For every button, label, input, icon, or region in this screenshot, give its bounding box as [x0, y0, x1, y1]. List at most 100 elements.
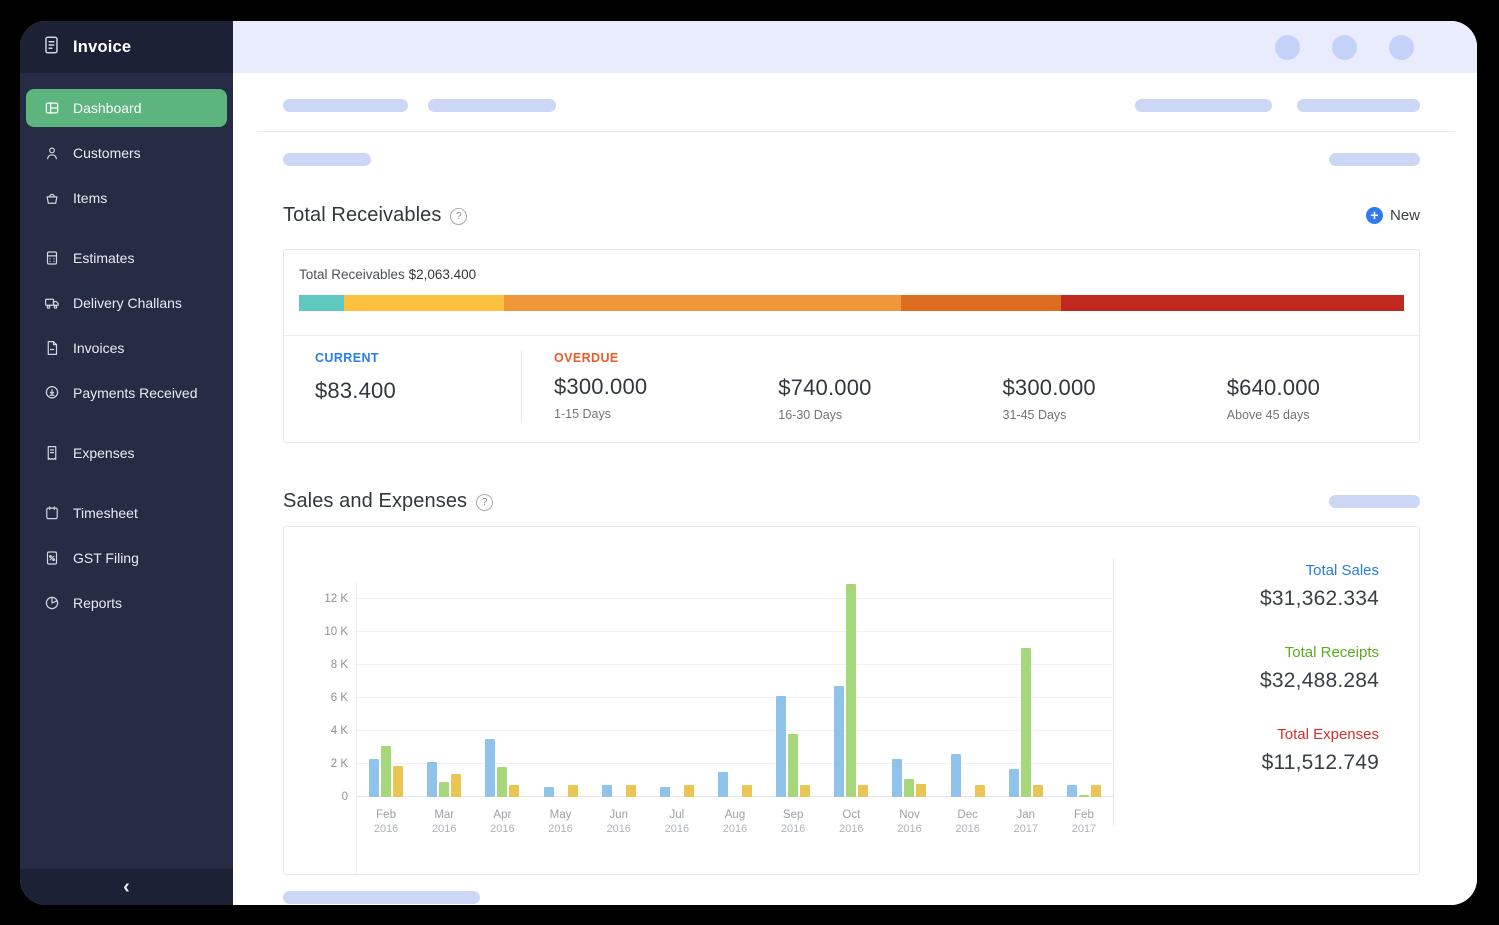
sidebar-item-label: Invoices — [73, 340, 124, 356]
invoice-logo-icon — [40, 34, 62, 61]
overdue-bucket: $300.000 31-45 Days — [971, 351, 1195, 422]
sidebar-item-label: Dashboard — [73, 100, 142, 116]
bucket-period: 31-45 Days — [1003, 408, 1195, 422]
expenses-bar — [568, 785, 578, 797]
y-tick-label: 12 K — [324, 593, 348, 605]
expenses-bar — [626, 785, 636, 797]
sidebar-item-payments-received[interactable]: Payments Received — [26, 374, 227, 412]
bar-group-jan-2017: Jan2017 — [997, 582, 1055, 836]
total-block-total-expenses: Total Expenses $11,512.749 — [1114, 726, 1379, 775]
sidebar-item-delivery-challans[interactable]: Delivery Challans — [26, 284, 227, 322]
sidebar-item-timesheet[interactable]: Timesheet — [26, 494, 227, 532]
x-tick-label: May2016 — [548, 808, 572, 836]
receipts-bar — [381, 746, 391, 797]
aging-segment-overdue-1-15-days — [344, 295, 505, 311]
sales-expenses-card: 02 K4 K6 K8 K10 K12 K Feb2016Mar2016Apr2… — [283, 526, 1420, 875]
y-tick-label: 2 K — [331, 758, 348, 770]
total-label: Total Expenses — [1114, 726, 1379, 743]
aging-segment-overdue-above-45-days — [1061, 295, 1404, 311]
sales-bar — [485, 739, 495, 797]
sidebar-item-dashboard[interactable]: Dashboard — [26, 89, 227, 127]
sales-bar — [718, 772, 728, 797]
sales-bar — [427, 762, 437, 797]
bucket-amount: $640.000 — [1227, 375, 1419, 401]
sales-bar — [1009, 769, 1019, 797]
bar-group-jul-2016: Jul2016 — [648, 582, 706, 836]
placeholder-pill — [1329, 495, 1420, 508]
y-tick-label: 0 — [342, 791, 348, 803]
sidebar-nav: Dashboard Customers Items Estimates Delivery… — [20, 73, 233, 869]
sidebar-group: Expenses — [20, 434, 233, 472]
receipts-bar — [788, 734, 798, 797]
sidebar-group: Estimates Delivery Challans Invoices Paymen… — [20, 239, 233, 412]
total-value: $11,512.749 — [1114, 751, 1379, 775]
receipts-bar — [1079, 795, 1089, 797]
subheader-placeholder-row — [283, 153, 1420, 166]
overdue-columns: OVERDUE$300.0001-15 Days$740.00016-30 Da… — [522, 351, 1419, 422]
expenses-bar — [451, 774, 461, 797]
expenses-bar — [975, 785, 985, 797]
expenses-bar — [800, 785, 810, 797]
sidebar-item-gst-filing[interactable]: GST Filing — [26, 539, 227, 577]
bar-group-may-2016: May2016 — [531, 582, 589, 836]
receipts-bar — [1021, 648, 1031, 797]
topbar — [233, 21, 1477, 73]
placeholder-pill — [1329, 153, 1420, 166]
sales-bar — [660, 787, 670, 797]
x-tick-label: Jan2017 — [1014, 808, 1038, 836]
total-block-total-receipts: Total Receipts$32,488.284 — [1114, 644, 1379, 693]
help-icon[interactable]: ? — [476, 494, 493, 511]
expenses-bar — [684, 785, 694, 797]
x-tick-label: Sep2016 — [781, 808, 805, 836]
dashboard-icon — [42, 99, 61, 118]
sales-bar — [892, 759, 902, 797]
help-icon[interactable]: ? — [450, 208, 467, 225]
sidebar-group: Dashboard Customers Items — [20, 89, 233, 217]
bar-group-feb-2017: Feb2017 — [1055, 582, 1113, 836]
estimates-icon — [42, 249, 61, 268]
sidebar-group: Timesheet GST Filing Reports — [20, 494, 233, 622]
bar-group-apr-2016: Apr2016 — [473, 582, 531, 836]
expenses-bar — [916, 784, 926, 797]
payments-received-icon — [42, 384, 61, 403]
x-tick-label: Aug2016 — [723, 808, 747, 836]
sidebar-item-label: Customers — [73, 145, 141, 161]
placeholder-pill — [283, 153, 371, 166]
timesheet-icon — [42, 504, 61, 523]
sidebar-item-label: Estimates — [73, 250, 134, 266]
receivables-section-header: Total Receivables ? + New — [283, 204, 1420, 227]
main-panel: Total Receivables ? + New Total Receivab… — [233, 73, 1477, 905]
total-value: $32,488.284 — [1114, 669, 1379, 693]
sidebar-collapse-button chevron-left-icon[interactable]: ‹ — [123, 877, 130, 897]
sidebar-item-label: GST Filing — [73, 550, 139, 566]
sidebar-item-customers[interactable]: Customers — [26, 134, 227, 172]
sidebar-header: Invoice — [20, 21, 233, 73]
bar-group-mar-2016: Mar2016 — [415, 582, 473, 836]
sidebar-item-reports[interactable]: Reports — [26, 584, 227, 622]
y-tick-label: 4 K — [331, 725, 348, 737]
bar-group-nov-2016: Nov2016 — [880, 582, 938, 836]
overdue-bucket: $740.00016-30 Days — [746, 351, 970, 422]
gst-filing-icon — [42, 549, 61, 568]
sales-bar — [1067, 785, 1077, 797]
sidebar-item-expenses[interactable]: Expenses — [26, 434, 227, 472]
sales-bar — [951, 754, 961, 797]
total-value: $31,362.334 — [1114, 587, 1379, 611]
sidebar-item-invoices[interactable]: Invoices — [26, 329, 227, 367]
bucket-amount: $300.000 — [1003, 375, 1195, 401]
sidebar-item-estimates[interactable]: Estimates — [26, 239, 227, 277]
topbar-circle-button[interactable] — [1389, 35, 1414, 60]
sidebar: Invoice Dashboard Customers Items Estimates… — [20, 21, 233, 905]
sidebar-item-items[interactable]: Items — [26, 179, 227, 217]
bar-group-feb-2016: Feb2016 — [357, 582, 415, 836]
current-column: CURRENT $83.400 — [284, 351, 522, 422]
expenses-bar — [1033, 785, 1043, 797]
sales-section-header: Sales and Expenses ? — [283, 490, 1420, 513]
invoices-icon — [42, 339, 61, 358]
y-tick-label: 6 K — [331, 692, 348, 704]
new-button[interactable]: + New — [1366, 207, 1420, 224]
topbar-circle-button[interactable] — [1332, 35, 1357, 60]
topbar-circle-button[interactable] — [1275, 35, 1300, 60]
bucket-period: 1-15 Days — [554, 407, 746, 421]
sales-bar — [834, 686, 844, 797]
